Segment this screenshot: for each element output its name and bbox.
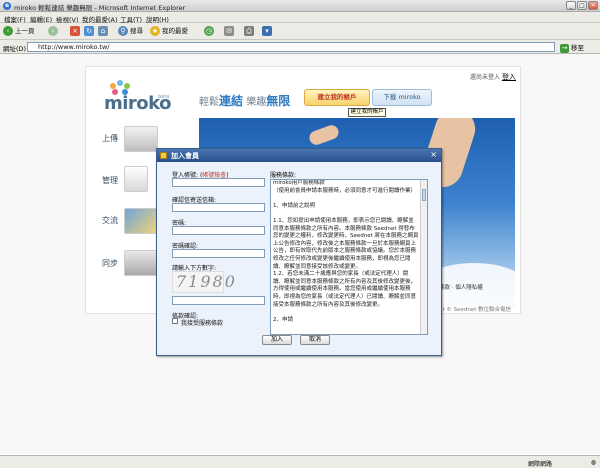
login-prompt: 還尚未登入: [470, 74, 501, 81]
submit-button[interactable]: 加入: [262, 335, 292, 345]
mail-icon: ✉: [224, 26, 234, 36]
agree-text: 我接受服務條款: [181, 320, 224, 327]
copyright-text: ight © Seednet 數位聯合電信: [434, 307, 512, 313]
home-button[interactable]: ⌂: [98, 26, 110, 37]
stop-icon: ×: [70, 26, 80, 36]
login-input[interactable]: [172, 178, 265, 187]
history-button[interactable]: ◷: [204, 26, 216, 37]
toolbar: ‹ 上一頁 › × ↻ ⌂ ⚲ 搜尋 ★ 我的最愛 ◷ ✉ ⎙ ▾: [0, 23, 600, 40]
confirm-password-input[interactable]: [172, 249, 265, 258]
terms-text: miroko用戶服務條款 （使用前會員申請本服務時，必須同意才可進行閱讀作業） …: [273, 180, 419, 323]
register-button[interactable]: 建立我的帳戶: [304, 89, 370, 106]
slogan: 輕鬆連結 樂趣無限: [199, 94, 291, 108]
home-icon: ⌂: [98, 26, 108, 36]
terms-label: 服務條款:: [270, 172, 297, 179]
history-icon: ◷: [204, 26, 214, 36]
menu-tools[interactable]: 工具(T): [120, 14, 142, 24]
go-button[interactable]: → 移至: [560, 42, 584, 53]
messenger-icon: ▾: [262, 26, 272, 36]
mail-button[interactable]: ✉: [224, 26, 236, 37]
favorites-button[interactable]: ★ 我的最愛: [150, 26, 188, 37]
menu-help[interactable]: 說明(H): [146, 14, 169, 24]
close-button[interactable]: ×: [588, 1, 598, 10]
dialog-close-icon[interactable]: ×: [430, 151, 437, 159]
terms-scroll-thumb[interactable]: [422, 189, 426, 201]
beta-badge: beta: [158, 94, 170, 100]
forward-button[interactable]: ›: [48, 26, 60, 37]
share-thumbnail: [124, 208, 158, 234]
print-icon: ⎙: [244, 26, 254, 36]
star-icon: ★: [150, 26, 160, 36]
dialog-titlebar: 加入會員 ×: [157, 149, 441, 162]
back-button[interactable]: ‹ 上一頁: [3, 26, 35, 37]
email-input[interactable]: [172, 203, 265, 212]
login-area: 還尚未登入 登入: [470, 72, 516, 82]
agree-checkbox[interactable]: [172, 318, 178, 324]
download-button[interactable]: 下載 miroko: [372, 89, 432, 106]
window-title: miroko 輕鬆連結 樂趣無限 - Microsoft Internet Ex…: [14, 4, 186, 12]
address-bar: 網址(D) http://www.miroko.tw/ → 移至: [0, 40, 600, 54]
messenger-button[interactable]: ▾: [262, 26, 274, 37]
refresh-icon: ↻: [84, 26, 94, 36]
menu-edit[interactable]: 編輯(E): [30, 14, 52, 24]
terms-textarea[interactable]: miroko用戶服務條款 （使用前會員申請本服務時，必須同意才可進行閱讀作業） …: [270, 179, 428, 335]
search-button[interactable]: ⚲ 搜尋: [118, 26, 143, 37]
maximize-button[interactable]: □: [577, 1, 587, 10]
status-bar: 網際網路 ◍: [0, 455, 600, 468]
nav-manage[interactable]: 管理: [102, 175, 118, 186]
menu-view[interactable]: 檢視(V): [56, 14, 79, 24]
captcha-input[interactable]: [172, 296, 265, 305]
dialog-icon: [160, 152, 167, 159]
menu-favorites[interactable]: 我的最愛(A): [82, 14, 118, 24]
register-tooltip: 建立我的帳戶: [348, 108, 386, 117]
address-label: 網址(D): [3, 45, 27, 53]
globe-icon: ◍: [590, 459, 596, 466]
forward-arrow-icon: ›: [48, 26, 58, 36]
captcha-image: 71980: [172, 271, 235, 293]
cancel-button[interactable]: 取消: [300, 335, 330, 345]
window-titlebar: e miroko 輕鬆連結 樂趣無限 - Microsoft Internet …: [0, 0, 600, 12]
manage-thumbnail: [124, 166, 148, 192]
person-hand-shape: [307, 123, 341, 147]
back-arrow-icon: ‹: [3, 26, 13, 36]
menu-file[interactable]: 檔案(F): [4, 14, 26, 24]
menu-bar: 檔案(F) 編輯(E) 檢視(V) 我的最愛(A) 工具(T) 說明(H): [0, 12, 600, 24]
minimize-button[interactable]: _: [566, 1, 576, 10]
nav-upload[interactable]: 上傳: [102, 133, 118, 144]
nav-share[interactable]: 交流: [102, 215, 118, 226]
ie-logo-icon: e: [3, 2, 11, 10]
print-button[interactable]: ⎙: [244, 26, 256, 37]
sync-thumbnail: [124, 250, 158, 276]
address-input[interactable]: http://www.miroko.tw/: [27, 42, 555, 52]
terms-scrollbar[interactable]: [420, 180, 427, 334]
go-arrow-icon: →: [560, 43, 569, 53]
search-icon: ⚲: [118, 26, 128, 36]
nav-sync[interactable]: 同步: [102, 258, 118, 269]
refresh-button[interactable]: ↻: [84, 26, 96, 37]
stop-button[interactable]: ×: [70, 26, 82, 37]
dialog-title: 加入會員: [171, 152, 199, 160]
upload-thumbnail: [124, 126, 158, 152]
zone-text: 網際網路: [527, 461, 552, 468]
password-input[interactable]: [172, 226, 265, 235]
login-link[interactable]: 登入: [502, 73, 516, 81]
